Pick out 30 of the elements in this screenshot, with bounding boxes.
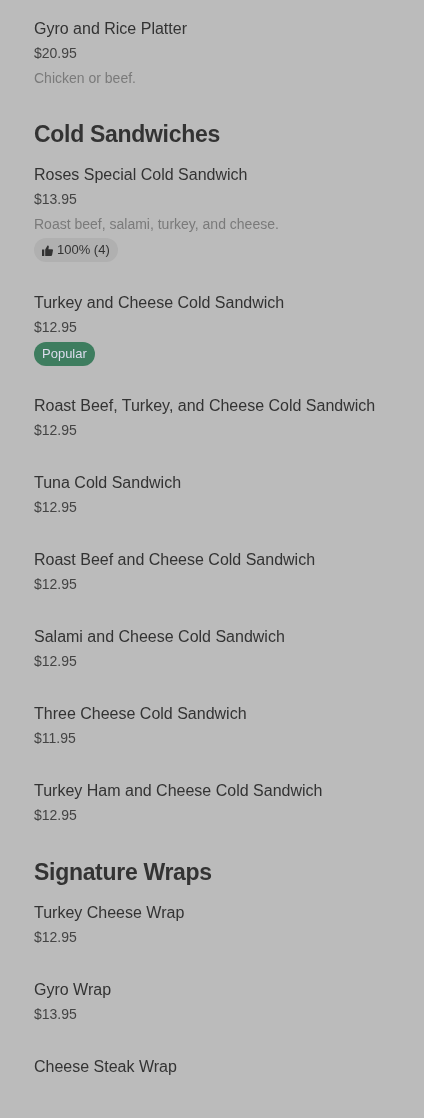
popular-tag: Popular	[34, 341, 95, 366]
item-price: $12.95	[34, 927, 78, 947]
item-name[interactable]: Tuna Cold Sandwich	[34, 470, 404, 495]
rating-badge: 100% (4)	[34, 238, 118, 262]
item-name[interactable]: Turkey Ham and Cheese Cold Sandwich	[34, 778, 404, 803]
thumbs-up-icon	[42, 244, 53, 256]
item-name[interactable]: Gyro and Rice Platter	[34, 17, 404, 41]
item-description: Roast beef, salami, turkey, and cheese.	[34, 215, 280, 234]
item-price: $12.95	[34, 805, 78, 825]
item-description: Chicken or beef.	[34, 69, 137, 88]
item-price: $12.95	[34, 651, 78, 671]
item-name[interactable]: Roast Beef and Cheese Cold Sandwich	[34, 547, 404, 572]
item-name[interactable]: Salami and Cheese Cold Sandwich	[34, 624, 404, 649]
item-name[interactable]: Roast Beef, Turkey, and Cheese Cold Sandwich	[34, 393, 404, 418]
item-name[interactable]: Turkey and Cheese Cold Sandwich	[34, 290, 404, 315]
item-price: $11.95	[34, 728, 77, 748]
item-name[interactable]: Three Cheese Cold Sandwich	[34, 701, 404, 726]
item-price: $12.95	[34, 574, 78, 594]
item-price: $12.95	[34, 317, 78, 337]
item-name[interactable]: Cheese Steak Wrap	[34, 1054, 404, 1079]
item-name[interactable]: Turkey Cheese Wrap	[34, 900, 404, 925]
item-name[interactable]: Roses Special Cold Sandwich	[34, 163, 404, 187]
section-heading: Signature Wraps	[34, 857, 213, 887]
item-price: $12.95	[34, 420, 78, 440]
section-heading: Cold Sandwiches	[34, 120, 221, 149]
item-price: $20.95	[34, 44, 78, 63]
item-name[interactable]: Gyro Wrap	[34, 977, 404, 1002]
item-price: $12.95	[34, 497, 78, 517]
item-price: $13.95	[34, 1004, 78, 1024]
item-price: $13.95	[34, 190, 78, 209]
